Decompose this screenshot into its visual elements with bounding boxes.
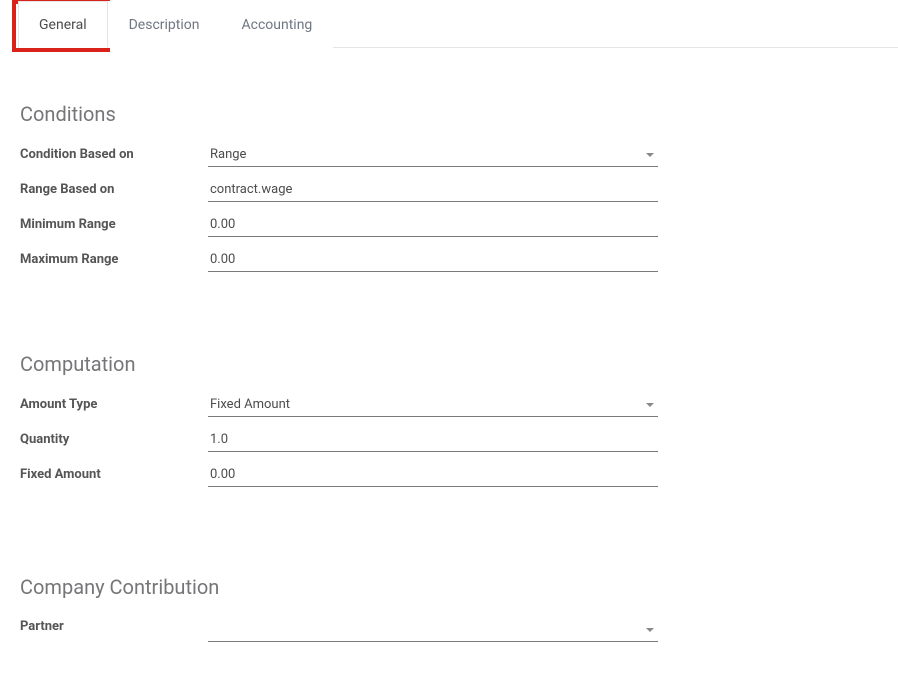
input-quantity-wrap xyxy=(208,429,658,452)
field-range-based-on: Range Based on xyxy=(20,179,878,202)
field-amount-type: Amount Type Fixed Amount xyxy=(20,394,878,417)
caret-down-icon xyxy=(646,153,654,157)
field-condition-based-on: Condition Based on Range xyxy=(20,144,878,167)
section-conditions: Conditions Condition Based on Range Rang… xyxy=(20,102,878,272)
section-company-contribution: Company Contribution Partner xyxy=(20,575,878,642)
select-amount-type[interactable]: Fixed Amount xyxy=(208,394,658,417)
section-company-contribution-title: Company Contribution xyxy=(20,575,878,599)
field-fixed-amount: Fixed Amount xyxy=(20,464,878,487)
select-condition-based-on[interactable]: Range xyxy=(208,144,658,167)
input-maximum-range[interactable] xyxy=(210,252,656,267)
field-maximum-range: Maximum Range xyxy=(20,249,878,272)
input-maximum-range-wrap xyxy=(208,249,658,272)
label-fixed-amount: Fixed Amount xyxy=(20,465,208,482)
input-range-based-on[interactable] xyxy=(210,182,656,197)
select-condition-based-on-value: Range xyxy=(210,147,246,162)
input-range-based-on-wrap xyxy=(208,179,658,202)
label-condition-based-on: Condition Based on xyxy=(20,145,208,162)
label-minimum-range: Minimum Range xyxy=(20,215,208,232)
input-minimum-range-wrap xyxy=(208,214,658,237)
label-amount-type: Amount Type xyxy=(20,395,208,412)
section-computation-title: Computation xyxy=(20,352,878,376)
tab-description[interactable]: Description xyxy=(108,1,221,48)
caret-down-icon xyxy=(646,403,654,407)
tabs-bar: General Description Accounting xyxy=(18,0,898,48)
field-partner: Partner xyxy=(20,617,878,642)
select-amount-type-value: Fixed Amount xyxy=(210,397,290,412)
input-fixed-amount[interactable] xyxy=(210,467,656,482)
section-computation: Computation Amount Type Fixed Amount Qua… xyxy=(20,352,878,487)
input-minimum-range[interactable] xyxy=(210,217,656,232)
label-quantity: Quantity xyxy=(20,430,208,447)
label-range-based-on: Range Based on xyxy=(20,180,208,197)
label-partner: Partner xyxy=(20,617,208,634)
input-fixed-amount-wrap xyxy=(208,464,658,487)
field-minimum-range: Minimum Range xyxy=(20,214,878,237)
select-partner[interactable] xyxy=(208,620,658,642)
tab-general[interactable]: General xyxy=(18,1,108,48)
caret-down-icon xyxy=(646,628,654,632)
label-maximum-range: Maximum Range xyxy=(20,250,208,267)
section-conditions-title: Conditions xyxy=(20,102,878,126)
input-quantity[interactable] xyxy=(210,432,656,447)
tab-accounting[interactable]: Accounting xyxy=(220,1,333,48)
field-quantity: Quantity xyxy=(20,429,878,452)
